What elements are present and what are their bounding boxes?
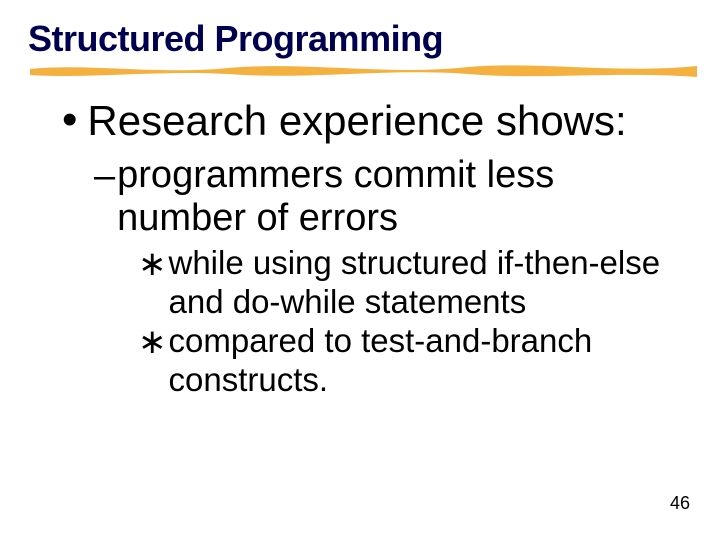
- bullet-level3a-text: while using structured if-then-else and …: [169, 244, 693, 322]
- bullet-level3-b: ∗ compared to test-and-branch constructs…: [138, 322, 692, 400]
- bullet-level1: • Research experience shows:: [62, 96, 692, 146]
- star-icon: ∗: [138, 322, 167, 362]
- title-wrap: Structured Programming: [28, 18, 692, 60]
- dash-icon: –: [94, 154, 115, 198]
- bullet-level3-a: ∗ while using structured if-then-else an…: [138, 244, 692, 322]
- star-icon: ∗: [138, 244, 167, 284]
- bullet-level1-text: Research experience shows:: [87, 96, 626, 146]
- bullet-level2: – programmers commit less number of erro…: [94, 154, 692, 241]
- slide: Structured Programming • Research experi…: [0, 0, 720, 540]
- bullet-level2-text: programmers commit less number of errors: [117, 154, 692, 241]
- page-number: 46: [670, 493, 690, 514]
- slide-title: Structured Programming: [28, 18, 692, 60]
- bullet-dot-icon: •: [62, 98, 77, 142]
- bullet-level3b-text: compared to test-and-branch constructs.: [169, 322, 693, 400]
